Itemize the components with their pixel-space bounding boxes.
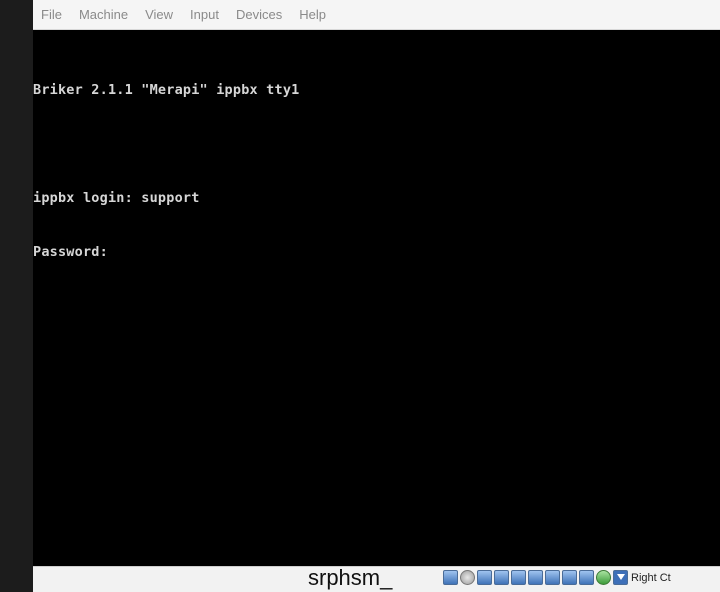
desktop-frame: File Machine View Input Devices Help Bri…: [0, 0, 720, 592]
vm-console-screen[interactable]: Briker 2.1.1 "Merapi" ippbx tty1 ippbx l…: [33, 31, 720, 566]
menu-view[interactable]: View: [145, 7, 173, 22]
console-banner: Briker 2.1.1 "Merapi" ippbx tty1: [33, 82, 300, 98]
menu-machine[interactable]: Machine: [79, 7, 128, 22]
vm-window: File Machine View Input Devices Help Bri…: [33, 0, 720, 592]
console-login-prompt: ippbx login: support: [33, 190, 200, 206]
console-output: Briker 2.1.1 "Merapi" ippbx tty1 ippbx l…: [33, 45, 300, 297]
host-key-label: Right Ct: [631, 571, 671, 584]
menu-devices[interactable]: Devices: [236, 7, 282, 22]
display-icon[interactable]: [528, 570, 543, 585]
recording-icon[interactable]: [562, 570, 577, 585]
usb-icon[interactable]: [477, 570, 492, 585]
network-icon[interactable]: [494, 570, 509, 585]
clipboard-icon[interactable]: [579, 570, 594, 585]
menu-file[interactable]: File: [41, 7, 62, 22]
video-capture-icon[interactable]: [545, 570, 560, 585]
overlay-caption: srphsm_: [308, 565, 393, 590]
shared-folders-icon[interactable]: [511, 570, 526, 585]
left-border: [0, 0, 33, 592]
device-tray: Right Ct: [443, 570, 671, 585]
console-password-prompt[interactable]: Password:: [33, 243, 300, 261]
cpu-icon[interactable]: [596, 570, 611, 585]
host-key-arrow-icon[interactable]: [613, 570, 628, 585]
hard-disk-icon[interactable]: [443, 570, 458, 585]
status-bar: srphsm_ Right Ct: [33, 565, 720, 592]
menu-help[interactable]: Help: [299, 7, 326, 22]
menu-bar: File Machine View Input Devices Help: [33, 0, 720, 30]
menu-input[interactable]: Input: [190, 7, 219, 22]
optical-drive-icon[interactable]: [460, 570, 475, 585]
